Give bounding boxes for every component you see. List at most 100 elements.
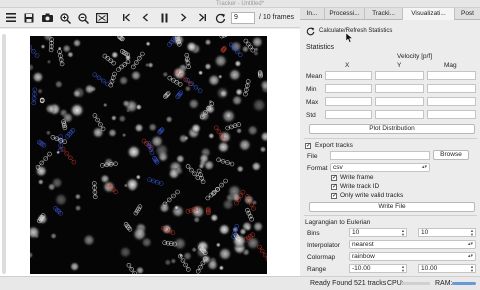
particle-blob <box>110 114 118 122</box>
stepper-icon[interactable]: ▲ ▼ <box>470 265 474 272</box>
last-frame-icon[interactable] <box>195 11 209 25</box>
camera-icon[interactable] <box>40 11 54 25</box>
format-select[interactable]: csv ▴▾ <box>330 163 430 172</box>
particle-blob <box>118 245 133 259</box>
status-message: Ready Found 521 tracks <box>310 280 387 287</box>
particle-blob <box>82 233 96 248</box>
track-marker-trail <box>116 59 131 72</box>
next-frame-icon[interactable] <box>176 11 190 25</box>
particle-blob <box>216 140 231 154</box>
particle-blob <box>198 152 210 165</box>
particle-blob <box>74 193 82 201</box>
particle-blob <box>239 227 247 236</box>
particle-blob <box>227 67 242 82</box>
first-frame-icon[interactable] <box>119 11 133 25</box>
file-path-input[interactable] <box>330 151 430 160</box>
particle-blob <box>72 38 82 48</box>
velocity-header: Velocity [p/f] <box>397 53 433 60</box>
track-marker-trail <box>60 146 77 165</box>
interpolator-select[interactable]: nearest ▴▾ <box>349 240 476 249</box>
fit-window-icon[interactable] <box>94 11 110 25</box>
chevron-updown-icon: ▴▾ <box>467 253 473 259</box>
zoom-out-icon[interactable] <box>76 11 90 25</box>
write-frame-checkbox[interactable]: ✓ <box>331 175 337 181</box>
tab-post[interactable]: Post <box>455 8 480 20</box>
tab-tracking[interactable]: Tracki... <box>365 8 403 20</box>
tab-visualization[interactable]: Visualizati... <box>403 8 455 20</box>
std-y-field <box>375 110 424 119</box>
section-divider <box>304 138 477 139</box>
refresh-stats-icon[interactable] <box>306 27 315 38</box>
particle-blob <box>237 137 252 153</box>
particle-blob <box>173 204 180 211</box>
track-marker-trail <box>157 127 165 135</box>
particle-blob <box>218 265 225 271</box>
stepper-icon[interactable]: ▲ ▼ <box>401 265 405 272</box>
track-marker-trail <box>123 222 133 232</box>
column-x-header: X <box>345 62 350 69</box>
particle-blob <box>118 75 130 87</box>
particle-blob <box>184 85 192 93</box>
viewer-scrollbar[interactable] <box>2 34 6 274</box>
particle-blob <box>72 88 82 99</box>
particle-blob <box>252 220 265 233</box>
colormap-select[interactable]: rainbow ▴▾ <box>349 252 476 261</box>
stepper-icon[interactable]: ▲ ▼ <box>470 229 474 236</box>
previous-frame-icon[interactable] <box>138 11 152 25</box>
refresh-stats-button[interactable]: Calculate/Refresh Statistics <box>319 27 392 36</box>
particle-blob <box>145 41 151 47</box>
write-track-id-checkbox[interactable]: ✓ <box>331 184 337 190</box>
max-y-field <box>375 97 424 106</box>
write-file-button[interactable]: Write File <box>309 202 475 212</box>
toolbar: 9 / 10 frames <box>0 8 300 28</box>
particle-blob <box>53 192 69 208</box>
track-marker-trail <box>37 139 47 148</box>
bins-y-input[interactable]: 10 ▲ ▼ <box>418 228 476 237</box>
particle-blob <box>69 261 80 272</box>
only-valid-tracks-checkbox[interactable]: ✓ <box>331 193 337 199</box>
tab-processing[interactable]: Processi... <box>325 8 365 20</box>
write-track-id-label: Write track ID <box>340 183 380 190</box>
colormap-label: Colormap <box>307 254 336 261</box>
chevron-updown-icon: ▴▾ <box>421 164 427 170</box>
particle-blob <box>50 232 58 240</box>
particle-blob <box>123 183 129 188</box>
browse-button[interactable]: Browse <box>433 150 469 160</box>
particle-blob <box>174 166 184 176</box>
particle-blob <box>172 236 188 252</box>
track-marker-trail <box>53 206 63 216</box>
bins-x-input[interactable]: 10 ▲ ▼ <box>349 228 407 237</box>
export-tracks-checkbox[interactable]: ✓ <box>305 143 311 149</box>
particle-image[interactable] <box>30 36 267 274</box>
range-min-input[interactable]: -10.00 ▲ ▼ <box>349 264 407 273</box>
particle-blob <box>110 50 119 59</box>
particle-blob <box>246 124 259 137</box>
mean-x-field <box>325 71 372 80</box>
particle-blob <box>30 224 41 240</box>
particle-blob <box>185 40 198 53</box>
particle-blob <box>147 122 158 133</box>
track-marker-trail <box>163 91 171 99</box>
plot-distribution-button[interactable]: Plot Distribution <box>309 124 475 134</box>
range-max-input[interactable]: 10.00 ▲ ▼ <box>418 264 476 273</box>
track-marker-trail <box>108 71 117 88</box>
save-icon[interactable] <box>22 11 36 25</box>
stepper-icon[interactable]: ▲ ▼ <box>401 229 405 236</box>
pause-icon[interactable] <box>157 11 171 25</box>
particle-blob <box>131 226 148 243</box>
refresh-icon[interactable] <box>213 11 227 25</box>
particle-blob <box>133 122 145 134</box>
zoom-in-icon[interactable] <box>58 11 72 25</box>
particle-blob <box>158 201 171 214</box>
frame-number-input[interactable]: 9 <box>231 12 255 24</box>
particle-blob <box>231 94 244 107</box>
tab-input[interactable]: In... <box>300 8 325 20</box>
track-marker-trail <box>39 97 45 104</box>
column-y-header: Y <box>397 62 402 69</box>
menu-icon[interactable] <box>4 11 18 25</box>
track-marker-trail <box>65 128 76 139</box>
particle-blob <box>44 103 56 115</box>
particle-blob <box>45 129 52 136</box>
particle-blob <box>217 246 233 262</box>
particle-blob <box>209 213 219 223</box>
